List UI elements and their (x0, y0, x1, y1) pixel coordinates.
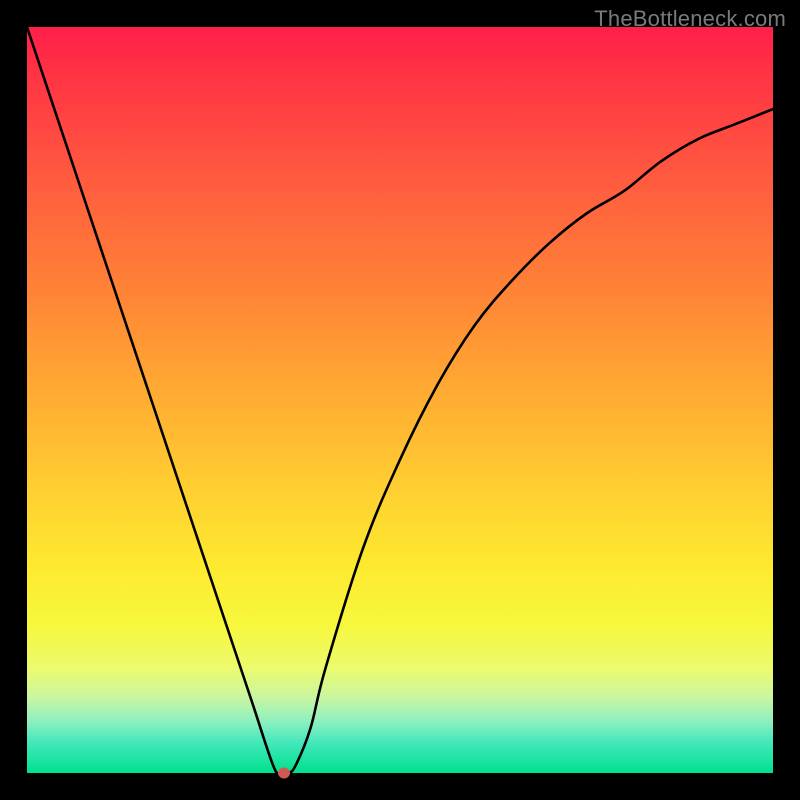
plot-area (27, 27, 773, 773)
bottleneck-curve (27, 27, 773, 773)
curve-path (27, 27, 773, 774)
chart-frame: TheBottleneck.com (0, 0, 800, 800)
optimal-point-marker (278, 768, 290, 779)
